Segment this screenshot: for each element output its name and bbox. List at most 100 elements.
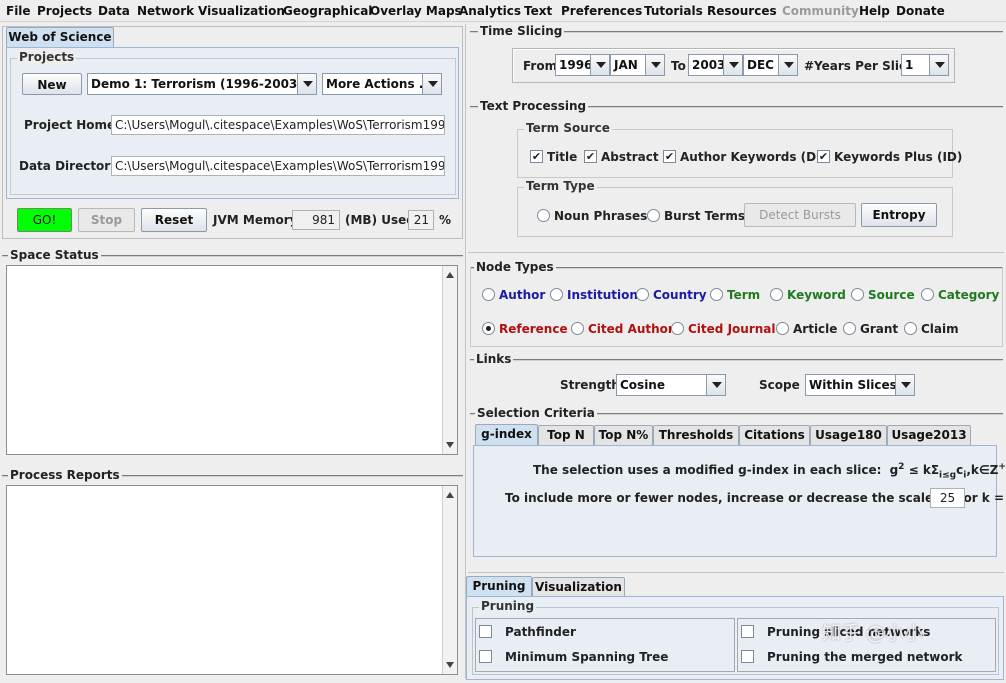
node-institution-radio[interactable] (550, 288, 563, 301)
vertical-scrollbar[interactable] (442, 486, 457, 674)
node-source-radio[interactable] (851, 288, 864, 301)
entropy-button[interactable]: Entropy (861, 203, 937, 227)
burst-terms-radio[interactable] (647, 209, 660, 222)
project-home-field[interactable]: C:\Users\Mogul\.citespace\Examples\WoS\T… (111, 115, 445, 135)
menu-geographical[interactable]: Geographical (283, 4, 372, 18)
chevron-down-icon[interactable] (929, 55, 948, 75)
node-article-label: Article (793, 322, 838, 336)
menu-visualization[interactable]: Visualization (198, 4, 285, 18)
node-cited-author-radio[interactable] (571, 322, 584, 335)
scroll-down-icon[interactable] (446, 442, 454, 448)
memory-used-value: 21 (408, 210, 434, 230)
pruning-sliced-checkbox[interactable] (741, 625, 754, 638)
menu-projects[interactable]: Projects (37, 4, 92, 18)
chevron-down-icon[interactable] (723, 55, 742, 75)
title-checkbox[interactable]: ✔ (530, 150, 543, 163)
vertical-scrollbar[interactable] (442, 266, 457, 454)
minimum-spanning-tree-checkbox[interactable] (479, 650, 492, 663)
reset-button[interactable]: Reset (141, 208, 207, 232)
node-claim-radio[interactable] (904, 322, 917, 335)
chevron-down-icon[interactable] (645, 55, 664, 75)
menu-donate[interactable]: Donate (896, 4, 945, 18)
term-type-title: Term Type (524, 179, 597, 193)
from-label: From (523, 59, 558, 73)
chevron-down-icon[interactable] (895, 375, 914, 395)
menu-preferences[interactable]: Preferences (561, 4, 642, 18)
data-directory-field[interactable]: C:\Users\Mogul\.citespace\Examples\WoS\T… (111, 156, 445, 176)
scroll-down-icon[interactable] (446, 662, 454, 668)
new-project-button[interactable]: New (22, 73, 82, 95)
menu-file[interactable]: File (6, 4, 31, 18)
menu-network[interactable]: Network (137, 4, 194, 18)
tab-visualization[interactable]: Visualization (532, 577, 625, 597)
chevron-down-icon[interactable] (706, 375, 725, 395)
stop-button: Stop (78, 208, 135, 232)
tab-citations[interactable]: Citations (739, 425, 810, 445)
menu-text[interactable]: Text (524, 4, 552, 18)
node-category-radio[interactable] (921, 288, 934, 301)
time-slicing-title: Time Slicing (478, 24, 565, 38)
go-button[interactable]: GO! (17, 208, 72, 232)
node-source-label: Source (868, 288, 915, 302)
node-author-radio[interactable] (482, 288, 495, 301)
menu-data[interactable]: Data (98, 4, 130, 18)
node-keyword-radio[interactable] (770, 288, 783, 301)
tab-web-of-science[interactable]: Web of Science (6, 27, 114, 48)
to-month-select[interactable]: DEC (743, 54, 798, 76)
noun-phrases-radio[interactable] (537, 209, 550, 222)
node-author-label: Author (499, 288, 546, 302)
detect-bursts-button: Detect Bursts (744, 203, 856, 227)
chevron-down-icon[interactable] (422, 74, 441, 94)
node-article-radio[interactable] (776, 322, 789, 335)
pruning-merged-label: Pruning the merged network (767, 650, 963, 664)
tab-thresholds[interactable]: Thresholds (653, 425, 739, 445)
project-home-label: Project Home: (24, 118, 120, 132)
author-keywords-checkbox[interactable]: ✔ (663, 150, 676, 163)
menu-resources[interactable]: Resources (707, 4, 777, 18)
to-year-select[interactable]: 2003 (688, 54, 743, 76)
pathfinder-checkbox[interactable] (479, 625, 492, 638)
node-term-radio[interactable] (710, 288, 723, 301)
tab-usage180[interactable]: Usage180 (810, 425, 887, 445)
chevron-down-icon[interactable] (778, 55, 797, 75)
node-reference-label: Reference (499, 322, 568, 336)
menu-analytics[interactable]: Analytics (459, 4, 521, 18)
scroll-up-icon[interactable] (446, 492, 454, 498)
keywords-plus-checkbox[interactable]: ✔ (817, 150, 830, 163)
more-actions-select[interactable]: More Actions ... (322, 73, 442, 95)
node-category-label: Category (938, 288, 1000, 302)
node-reference-radio[interactable] (482, 322, 495, 335)
node-country-label: Country (653, 288, 707, 302)
years-per-slice-select[interactable]: 1 (901, 54, 949, 76)
pruning-merged-checkbox[interactable] (741, 650, 754, 663)
node-country-radio[interactable] (636, 288, 649, 301)
scope-select[interactable]: Within Slices (805, 374, 915, 396)
author-keywords-label: Author Keywords (DE) (680, 150, 830, 164)
space-status-title: Space Status (8, 248, 101, 262)
strength-select[interactable]: Cosine (616, 374, 726, 396)
keywords-plus-label: Keywords Plus (ID) (834, 150, 963, 164)
tab-g-index[interactable]: g-index (475, 424, 538, 445)
abstract-checkbox[interactable]: ✔ (584, 150, 597, 163)
chevron-down-icon[interactable] (590, 55, 609, 75)
node-grant-radio[interactable] (843, 322, 856, 335)
scroll-up-icon[interactable] (446, 272, 454, 278)
percent-label: % (439, 213, 452, 227)
menu-help[interactable]: Help (859, 4, 890, 18)
tab-usage2013[interactable]: Usage2013 (887, 425, 971, 445)
from-month-select[interactable]: JAN (610, 54, 665, 76)
project-select[interactable]: Demo 1: Terrorism (1996-2003) (87, 73, 317, 95)
tab-pruning[interactable]: Pruning (466, 576, 532, 597)
tab-top-n-percent[interactable]: Top N% (594, 425, 653, 445)
process-reports-title: Process Reports (8, 468, 122, 482)
text-processing-title: Text Processing (478, 99, 589, 113)
from-year-select[interactable]: 1996 (555, 54, 610, 76)
space-status-textarea[interactable] (6, 265, 458, 455)
menu-overlay-maps[interactable]: Overlay Maps (370, 4, 462, 18)
process-reports-textarea[interactable] (6, 485, 458, 675)
tab-top-n[interactable]: Top N (538, 425, 594, 445)
menu-tutorials[interactable]: Tutorials (644, 4, 703, 18)
node-cited-journal-radio[interactable] (671, 322, 684, 335)
chevron-down-icon[interactable] (297, 74, 316, 94)
scale-factor-input[interactable]: 25 (930, 488, 965, 508)
